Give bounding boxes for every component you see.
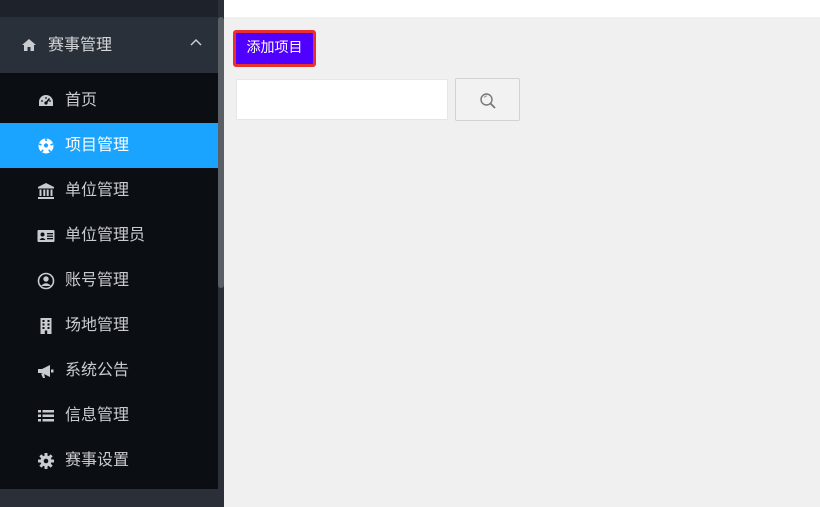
sidebar-item-label: 账号管理: [65, 270, 130, 289]
sidebar-item-label: 单位管理: [65, 180, 130, 199]
chevron-up-icon[interactable]: [188, 35, 204, 51]
search-input[interactable]: [236, 79, 448, 120]
sidebar-item-accounts[interactable]: 账号管理: [0, 258, 218, 303]
sidebar-item-announcements[interactable]: 系统公告: [0, 348, 218, 393]
sidebar-item-label: 系统公告: [65, 360, 130, 379]
add-project-button-highlight[interactable]: 添加项目: [233, 30, 316, 67]
sidebar: 赛事管理 首页 项目管理 单位管理 单位管理员 账号管理 场地管理 系统公告 信…: [0, 0, 224, 507]
sidebar-bottom: [0, 489, 218, 507]
sidebar-item-event-settings[interactable]: 赛事设置: [0, 438, 218, 483]
sidebar-item-label: 项目管理: [65, 135, 130, 154]
main-content: 添加项目: [224, 0, 820, 507]
sidebar-menu: 首页 项目管理 单位管理 单位管理员 账号管理 场地管理 系统公告 信息管理 赛…: [0, 73, 218, 489]
sidebar-item-label: 场地管理: [65, 315, 130, 334]
sidebar-item-label: 信息管理: [65, 405, 130, 424]
bank-icon: [38, 183, 54, 199]
menu-group-header[interactable]: 赛事管理: [0, 17, 218, 73]
sidebar-item-unit-admins[interactable]: 单位管理员: [0, 213, 218, 258]
sidebar-inner: 赛事管理 首页 项目管理 单位管理 单位管理员 账号管理 场地管理 系统公告 信…: [0, 0, 218, 507]
building-icon: [40, 318, 52, 334]
gear-icon: [38, 453, 54, 469]
bullhorn-icon: [38, 365, 54, 378]
sidebar-item-home[interactable]: 首页: [0, 78, 218, 123]
id-card-icon: [37, 230, 55, 242]
home-icon: [22, 39, 36, 51]
search-button[interactable]: [455, 78, 520, 121]
sidebar-item-info[interactable]: 信息管理: [0, 393, 218, 438]
sidebar-item-label: 赛事设置: [65, 450, 130, 469]
add-project-button[interactable]: 添加项目: [236, 33, 313, 64]
sidebar-item-label: 单位管理员: [65, 225, 146, 244]
sidebar-item-projects[interactable]: 项目管理: [0, 123, 218, 168]
user-circle-icon: [37, 272, 55, 290]
sidebar-item-venues[interactable]: 场地管理: [0, 303, 218, 348]
search-icon: [480, 93, 496, 109]
sidebar-item-label: 首页: [65, 90, 98, 109]
list-icon: [38, 410, 54, 422]
dashboard-icon: [39, 95, 53, 106]
sidebar-item-units[interactable]: 单位管理: [0, 168, 218, 213]
sidebar-top-strip: [0, 0, 218, 17]
top-bar: [224, 0, 820, 17]
menu-group-label: 赛事管理: [48, 35, 113, 54]
soccer-ball-icon: [38, 138, 54, 154]
